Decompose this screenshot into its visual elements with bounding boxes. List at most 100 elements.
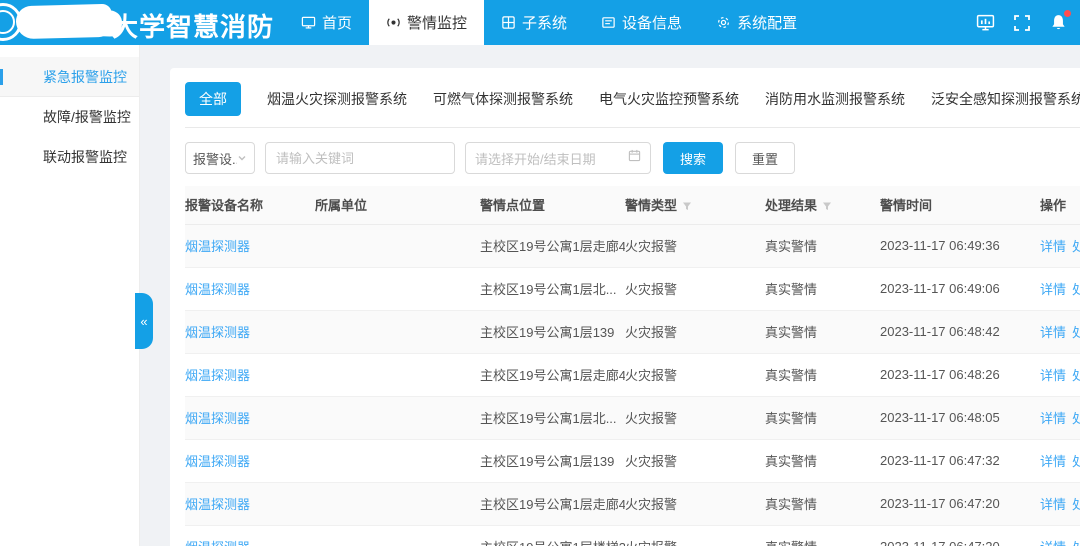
chevron-down-icon (237, 151, 247, 166)
collapse-chevron-icon: « (140, 314, 147, 329)
location-cell: 主校区19号公寓1层走廊4 (480, 224, 625, 267)
handle-link[interactable]: 处理 (1072, 239, 1080, 254)
sidebar-item-emergency-alarm[interactable]: 紧急报警监控 (0, 57, 139, 97)
device-name-link[interactable]: 烟温探测器 (185, 282, 250, 297)
handle-link[interactable]: 处理 (1072, 325, 1080, 340)
handle-link[interactable]: 处理 (1072, 454, 1080, 469)
tab-combustible-gas[interactable]: 可燃气体探测报警系统 (433, 89, 573, 109)
unit-cell (315, 267, 480, 310)
table-header-row: 报警设备名称 所属单位 警情点位置 警情类型 处理结果 警情时间 操作 (185, 186, 1080, 224)
handle-result-cell: 真实警情 (765, 353, 880, 396)
reset-button[interactable]: 重置 (735, 142, 795, 174)
handle-result-cell: 真实警情 (765, 439, 880, 482)
alarm-table: 报警设备名称 所属单位 警情点位置 警情类型 处理结果 警情时间 操作 烟温探测… (185, 186, 1080, 546)
nav-item-device-info[interactable]: 设备信息 (584, 0, 699, 45)
bell-icon[interactable] (1049, 13, 1068, 32)
alarm-time-cell: 2023-11-17 06:48:42 (880, 310, 1040, 353)
dashboard-chart-icon[interactable] (976, 13, 995, 32)
tab-all[interactable]: 全部 (185, 82, 241, 116)
col-actions: 操作 (1040, 186, 1080, 224)
tab-pan-safety-sensing[interactable]: 泛安全感知探测报警系统 (931, 89, 1080, 109)
nav-item-home[interactable]: 首页 (284, 0, 369, 45)
handle-link[interactable]: 处理 (1072, 282, 1080, 297)
nav-item-label: 系统配置 (737, 12, 797, 33)
handle-result-cell: 真实警情 (765, 224, 880, 267)
calendar-icon (628, 149, 641, 167)
field-select[interactable]: 报警设... (185, 142, 255, 174)
app-title: 大学智慧消防 (112, 7, 274, 44)
unit-cell (315, 310, 480, 353)
sidebar-item-linkage-alarm[interactable]: 联动报警监控 (0, 137, 139, 177)
col-alarm-time: 警情时间 (880, 186, 1040, 224)
sidebar-item-label: 紧急报警监控 (43, 69, 127, 85)
device-name-link[interactable]: 烟温探测器 (185, 540, 250, 546)
device-name-link[interactable]: 烟温探测器 (185, 497, 250, 512)
unit-cell (315, 396, 480, 439)
handle-result-cell: 真实警情 (765, 482, 880, 525)
device-name-link[interactable]: 烟温探测器 (185, 454, 250, 469)
alarm-broadcast-icon (386, 15, 401, 30)
alarm-time-cell: 2023-11-17 06:47:20 (880, 525, 1040, 546)
brand: 大学智慧消防 (0, 0, 280, 45)
unit-cell (315, 525, 480, 546)
detail-link[interactable]: 详情 (1040, 540, 1066, 546)
col-device-name: 报警设备名称 (185, 186, 315, 224)
sidebar-item-label: 故障/报警监控 (43, 109, 131, 125)
location-cell: 主校区19号公寓1层走廊4 (480, 353, 625, 396)
detail-link[interactable]: 详情 (1040, 282, 1066, 297)
filter-funnel-icon[interactable] (682, 199, 692, 214)
detail-link[interactable]: 详情 (1040, 325, 1066, 340)
sidebar-item-fault-alarm[interactable]: 故障/报警监控 (0, 97, 139, 137)
detail-link[interactable]: 详情 (1040, 454, 1066, 469)
device-name-link[interactable]: 烟温探测器 (185, 368, 250, 383)
handle-link[interactable]: 处理 (1072, 540, 1080, 546)
top-navbar: 大学智慧消防 首页 警情监控 子系统 设备信息 (0, 0, 1080, 45)
detail-link[interactable]: 详情 (1040, 497, 1066, 512)
handle-link[interactable]: 处理 (1072, 368, 1080, 383)
device-name-link[interactable]: 烟温探测器 (185, 239, 250, 254)
search-button[interactable]: 搜索 (663, 142, 723, 174)
device-name-link[interactable]: 烟温探测器 (185, 325, 250, 340)
field-select-value: 报警设... (193, 149, 237, 168)
device-name-link[interactable]: 烟温探测器 (185, 411, 250, 426)
alarm-time-cell: 2023-11-17 06:49:36 (880, 224, 1040, 267)
table-row: 烟温探测器 主校区19号公寓1层走廊4 火灾报警 真实警情 2023-11-17… (185, 482, 1080, 525)
unit-cell (315, 482, 480, 525)
nav-item-label: 设备信息 (622, 12, 682, 33)
handle-result-cell: 真实警情 (765, 396, 880, 439)
date-range-input[interactable]: 请选择开始/结束日期 (465, 142, 651, 174)
nav-item-system-config[interactable]: 系统配置 (699, 0, 814, 45)
alarm-time-cell: 2023-11-17 06:47:32 (880, 439, 1040, 482)
location-cell: 主校区19号公寓1层北... (480, 267, 625, 310)
detail-link[interactable]: 详情 (1040, 368, 1066, 383)
unit-cell (315, 224, 480, 267)
tab-electrical-fire[interactable]: 电气火灾监控预警系统 (599, 89, 739, 109)
main-nav: 首页 警情监控 子系统 设备信息 系统配置 (284, 0, 814, 45)
alarm-type-cell: 火灾报警 (625, 396, 765, 439)
home-monitor-icon (301, 15, 316, 30)
tab-smoke-temp-fire[interactable]: 烟温火灾探测报警系统 (267, 89, 407, 109)
keyword-input[interactable] (265, 142, 455, 174)
filter-funnel-icon[interactable] (822, 199, 832, 214)
alarm-type-cell: 火灾报警 (625, 525, 765, 546)
nav-item-subsystems[interactable]: 子系统 (484, 0, 584, 45)
nav-item-alarm-monitor[interactable]: 警情监控 (369, 0, 484, 45)
sidebar-collapse-handle[interactable]: « (135, 293, 153, 349)
table-row: 烟温探测器 主校区19号公寓1层走廊4 火灾报警 真实警情 2023-11-17… (185, 224, 1080, 267)
handle-link[interactable]: 处理 (1072, 497, 1080, 512)
handle-link[interactable]: 处理 (1072, 411, 1080, 426)
tab-fire-water[interactable]: 消防用水监测报警系统 (765, 89, 905, 109)
detail-link[interactable]: 详情 (1040, 411, 1066, 426)
alarm-time-cell: 2023-11-17 06:48:05 (880, 396, 1040, 439)
alarm-type-cell: 火灾报警 (625, 482, 765, 525)
col-alarm-type: 警情类型 (625, 186, 765, 224)
fullscreen-icon[interactable] (1013, 14, 1031, 32)
sidebar-item-label: 联动报警监控 (43, 149, 127, 165)
unit-cell (315, 439, 480, 482)
alarm-time-cell: 2023-11-17 06:48:26 (880, 353, 1040, 396)
alarm-type-cell: 火灾报警 (625, 310, 765, 353)
alarm-type-cell: 火灾报警 (625, 267, 765, 310)
alarm-time-cell: 2023-11-17 06:49:06 (880, 267, 1040, 310)
gear-icon (716, 15, 731, 30)
detail-link[interactable]: 详情 (1040, 239, 1066, 254)
